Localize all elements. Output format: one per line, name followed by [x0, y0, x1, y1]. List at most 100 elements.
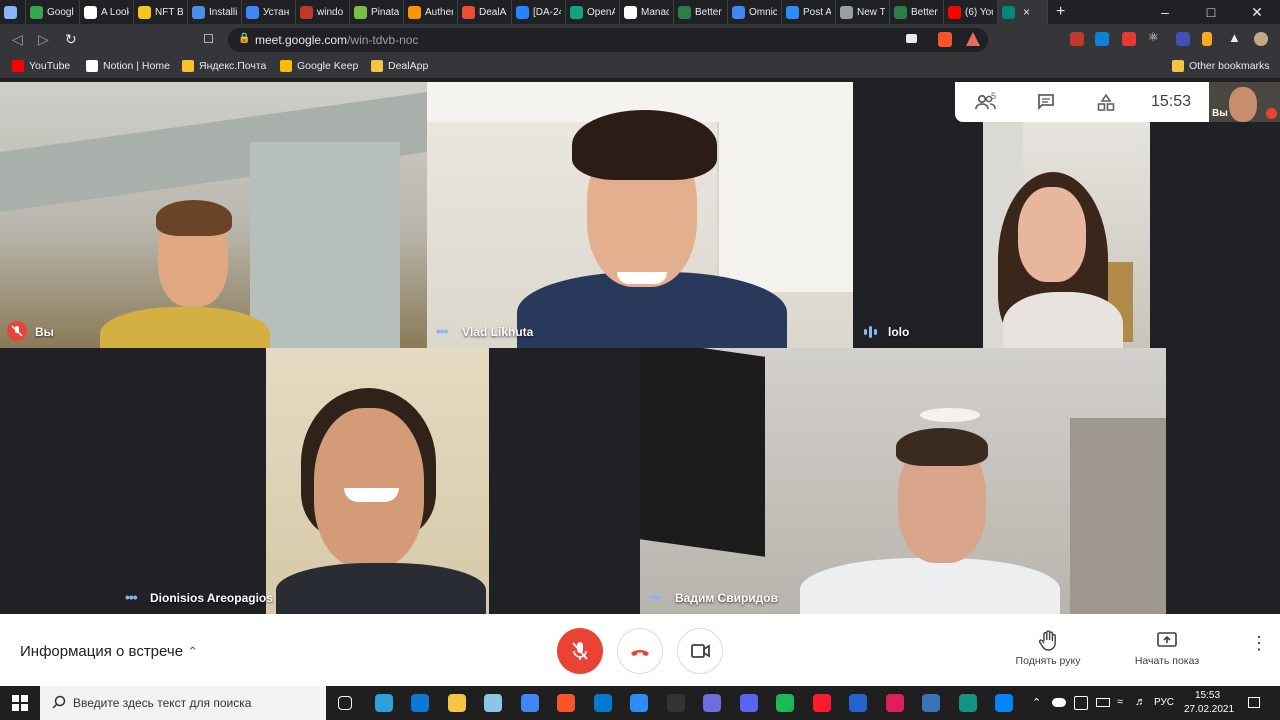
end-call-button[interactable]: [617, 628, 663, 674]
brave-rewards-icon[interactable]: [966, 32, 980, 46]
browser-tab[interactable]: A Look: [80, 0, 134, 24]
qbittorrent-icon[interactable]: [922, 694, 940, 712]
raise-hand-button[interactable]: Поднять руку: [998, 614, 1098, 686]
browser-tab[interactable]: New Tab: [836, 0, 890, 24]
browser-tab[interactable]: Pinata: [350, 0, 404, 24]
taskbar-date[interactable]: 27.02.2021: [1184, 704, 1234, 715]
extension-keep-icon[interactable]: [1202, 32, 1212, 46]
discord-icon[interactable]: [740, 694, 758, 712]
bookmark-item[interactable]: YouTube: [12, 60, 70, 72]
browser-tab[interactable]: ×: [998, 0, 1048, 24]
zoom-icon[interactable]: [630, 694, 648, 712]
task-view-icon[interactable]: [338, 696, 352, 710]
browser-tab[interactable]: Omnic: [728, 0, 782, 24]
wifi-icon[interactable]: ≈: [1117, 696, 1123, 708]
browser-tab[interactable]: (6) You: [944, 0, 998, 24]
camera-toggle-button[interactable]: [677, 628, 723, 674]
meeting-details-button[interactable]: Информация о встрече ⌃: [20, 643, 198, 660]
tray-app-icon[interactable]: [1074, 696, 1088, 710]
language-indicator[interactable]: РУС: [1154, 697, 1174, 708]
participant-tile-dionisios[interactable]: ••• Dionisios Areopagios: [116, 348, 489, 614]
browser-tab[interactable]: OpenA: [566, 0, 620, 24]
tray-overflow-icon[interactable]: ⌃: [1032, 696, 1041, 709]
self-view-thumbnail[interactable]: Вы: [1209, 82, 1280, 122]
bookmark-item[interactable]: DealApp: [371, 60, 428, 72]
other-bookmarks-folder[interactable]: Other bookmarks: [1172, 60, 1270, 72]
file-explorer-icon[interactable]: [448, 694, 466, 712]
browser-tab[interactable]: Better: [674, 0, 728, 24]
onedrive-icon[interactable]: [1052, 698, 1066, 707]
browser-tab[interactable]: Better: [890, 0, 944, 24]
forward-icon[interactable]: ▷: [38, 31, 49, 48]
browser-tab[interactable]: NFT Bi: [134, 0, 188, 24]
close-tab-icon[interactable]: ×: [1023, 5, 1030, 19]
present-now-button[interactable]: Начать показ: [1117, 614, 1217, 686]
bookmark-item[interactable]: Google Keep: [280, 60, 358, 72]
profile-avatar[interactable]: [1254, 32, 1268, 46]
taskbar-search-box[interactable]: Введите здесь текст для поиска: [40, 686, 326, 720]
brave-shields-icon[interactable]: [938, 32, 952, 47]
camera-in-use-icon[interactable]: [906, 34, 917, 43]
mail-icon[interactable]: [411, 694, 429, 712]
bookmark-star-icon[interactable]: ☐: [203, 32, 214, 46]
participant-tile-self[interactable]: Вы: [0, 82, 427, 348]
settings-icon[interactable]: [703, 694, 721, 712]
back-icon[interactable]: ◁: [12, 31, 23, 48]
paint-icon[interactable]: [484, 694, 502, 712]
slack-icon[interactable]: [886, 694, 904, 712]
extension-react-icon[interactable]: ⚛: [1148, 30, 1162, 44]
participant-tile-vlad[interactable]: ••• Vlad Likhuta: [427, 82, 853, 348]
activities-button[interactable]: [1097, 93, 1115, 117]
browser-tab[interactable]: [0, 0, 26, 24]
vscode-icon[interactable]: [594, 694, 612, 712]
browser-tab[interactable]: Googl: [26, 0, 80, 24]
spotify-icon[interactable]: [776, 694, 794, 712]
browser-tab[interactable]: DealAp: [458, 0, 512, 24]
tab-title: Pinata: [371, 6, 399, 18]
browser-tab[interactable]: windo: [296, 0, 350, 24]
tab-favicon-icon: [300, 5, 313, 19]
browser-tab[interactable]: Post A: [782, 0, 836, 24]
lock-icon: 🔒: [238, 33, 251, 44]
maximize-icon[interactable]: □: [1188, 0, 1234, 24]
extension-discord-icon[interactable]: [1176, 32, 1190, 46]
brave-icon[interactable]: [557, 694, 575, 712]
address-bar[interactable]: 🔒 meet.google.com/win-tdvb-noc: [228, 28, 988, 52]
new-tab-button[interactable]: +: [1048, 3, 1073, 21]
gitkraken-icon[interactable]: [959, 694, 977, 712]
minimize-icon[interactable]: –: [1142, 0, 1188, 24]
volume-icon[interactable]: ♬: [1135, 696, 1146, 708]
battery-icon[interactable]: [1096, 698, 1110, 707]
extension-badge-icon[interactable]: [1122, 32, 1136, 46]
extensions-puzzle-icon[interactable]: ▲: [1228, 30, 1242, 45]
participant-tile-vadim[interactable]: ••• Вадим Свиридов: [640, 348, 1166, 614]
browser-tab[interactable]: [DA-24: [512, 0, 566, 24]
extension-metamask-icon[interactable]: [1095, 32, 1109, 46]
microphone-toggle-button[interactable]: [557, 628, 603, 674]
taskbar-time[interactable]: 15:53: [1195, 690, 1220, 701]
opera-icon[interactable]: [813, 694, 831, 712]
extension-adblock-icon[interactable]: [1070, 32, 1084, 46]
chrome-icon[interactable]: [521, 694, 539, 712]
messenger-icon[interactable]: [995, 694, 1013, 712]
video-feed: [266, 348, 489, 614]
more-options-icon[interactable]: ⋮: [1250, 634, 1268, 652]
browser-tab[interactable]: Installi: [188, 0, 242, 24]
tab-favicon-icon: [4, 5, 17, 19]
browser-tab[interactable]: Auther: [404, 0, 458, 24]
bookmark-item[interactable]: Яндекс.Почта: [182, 60, 266, 72]
bookmark-item[interactable]: Notion | Home: [86, 60, 170, 72]
browser-tab[interactable]: Manac: [620, 0, 674, 24]
notification-center-icon[interactable]: [1248, 697, 1260, 708]
browser-tab[interactable]: Устан: [242, 0, 296, 24]
chat-button[interactable]: [1037, 94, 1055, 115]
video-feed: [983, 122, 1150, 348]
reload-icon[interactable]: ↻: [65, 31, 77, 48]
telegram-icon[interactable]: [375, 694, 393, 712]
terminal-icon[interactable]: [667, 694, 685, 712]
windows-start-icon[interactable]: [12, 695, 28, 716]
phone-hangup-icon: [631, 650, 649, 656]
close-window-icon[interactable]: ✕: [1234, 0, 1280, 24]
todo-icon[interactable]: [849, 694, 867, 712]
kitchen-cabinet: [717, 122, 853, 292]
